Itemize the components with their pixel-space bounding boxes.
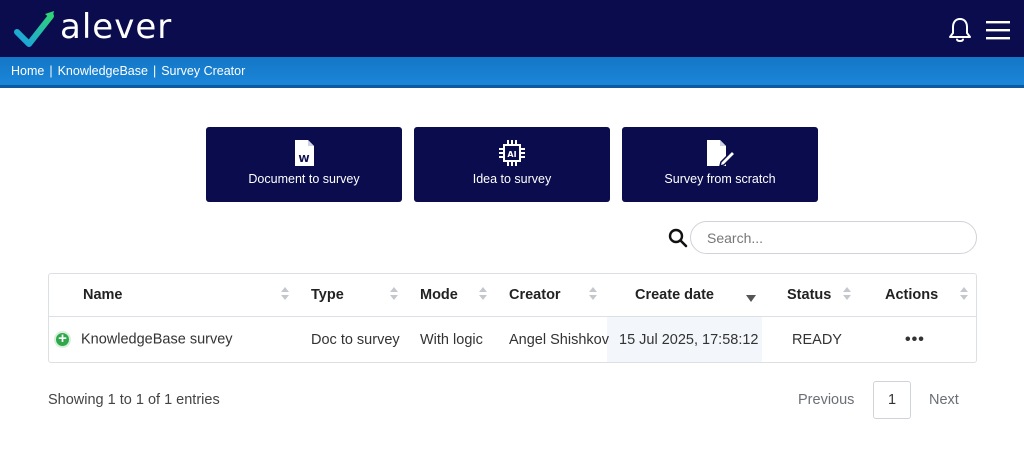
sort-icon bbox=[281, 287, 289, 303]
idea-to-survey-card[interactable]: AI Idea to survey bbox=[414, 127, 610, 202]
svg-text:W: W bbox=[298, 154, 309, 165]
column-header-status[interactable]: Status bbox=[762, 274, 861, 317]
breadcrumb-survey-creator[interactable]: Survey Creator bbox=[161, 64, 245, 78]
top-navbar: alever bbox=[0, 0, 1024, 57]
pagination-page-1[interactable]: 1 bbox=[873, 381, 911, 419]
sort-icon bbox=[843, 287, 851, 303]
pagination-next[interactable]: Next bbox=[929, 392, 959, 408]
word-document-icon: W bbox=[295, 140, 314, 166]
check-v-logo-icon bbox=[14, 11, 54, 47]
search-icon bbox=[668, 228, 688, 248]
edit-document-icon bbox=[707, 140, 736, 167]
column-header-create-date[interactable]: Create date bbox=[607, 274, 762, 317]
cell-mode: With logic bbox=[420, 331, 483, 348]
card-label: Document to survey bbox=[248, 172, 360, 186]
survey-from-scratch-card[interactable]: Survey from scratch bbox=[622, 127, 818, 202]
breadcrumb-separator: | bbox=[152, 64, 157, 78]
cell-create-date: 15 Jul 2025, 17:58:12 bbox=[607, 316, 762, 362]
column-header-actions[interactable]: Actions bbox=[861, 274, 976, 317]
breadcrumb: Home | KnowledgeBase | Survey Creator bbox=[11, 64, 245, 78]
hamburger-menu-icon[interactable] bbox=[985, 18, 1011, 42]
logo[interactable]: alever bbox=[14, 6, 172, 50]
ai-chip-icon: AI bbox=[499, 140, 525, 166]
svg-text:AI: AI bbox=[507, 150, 516, 159]
card-label: Idea to survey bbox=[472, 172, 552, 186]
sort-icon bbox=[390, 287, 398, 303]
cell-creator: Angel Shishkov bbox=[509, 331, 609, 348]
breadcrumb-separator: | bbox=[49, 64, 53, 78]
sort-icon bbox=[479, 287, 487, 303]
breadcrumb-bar: Home | KnowledgeBase | Survey Creator bbox=[0, 57, 1024, 88]
column-header-mode[interactable]: Mode bbox=[408, 274, 497, 317]
document-to-survey-card[interactable]: W Document to survey bbox=[206, 127, 402, 202]
breadcrumb-home[interactable]: Home bbox=[11, 64, 44, 78]
column-header-creator[interactable]: Creator bbox=[497, 274, 607, 317]
sort-desc-icon bbox=[746, 287, 756, 303]
cell-status: READY bbox=[792, 331, 842, 348]
table-header-row: Name Type Mode Creator Create date Statu… bbox=[49, 274, 976, 317]
cell-name: KnowledgeBase survey bbox=[81, 331, 233, 348]
logo-text: alever bbox=[60, 7, 173, 47]
sort-icon bbox=[960, 287, 968, 303]
search-input[interactable] bbox=[690, 221, 977, 254]
column-header-name[interactable]: Name bbox=[49, 274, 299, 317]
cell-type: Doc to survey bbox=[311, 331, 400, 348]
entries-info: Showing 1 to 1 of 1 entries bbox=[48, 392, 220, 408]
pagination-previous[interactable]: Previous bbox=[798, 392, 854, 408]
expand-row-icon[interactable]: + bbox=[54, 331, 71, 349]
column-header-type[interactable]: Type bbox=[299, 274, 408, 317]
table-row: + KnowledgeBase survey Doc to survey With… bbox=[49, 316, 976, 362]
card-label: Survey from scratch bbox=[664, 172, 776, 186]
sort-icon bbox=[589, 287, 597, 303]
breadcrumb-knowledgebase[interactable]: KnowledgeBase bbox=[58, 64, 148, 78]
surveys-table: Name Type Mode Creator Create date Statu… bbox=[48, 273, 977, 363]
bell-icon[interactable] bbox=[946, 16, 974, 44]
more-actions-icon[interactable]: ••• bbox=[905, 331, 925, 349]
